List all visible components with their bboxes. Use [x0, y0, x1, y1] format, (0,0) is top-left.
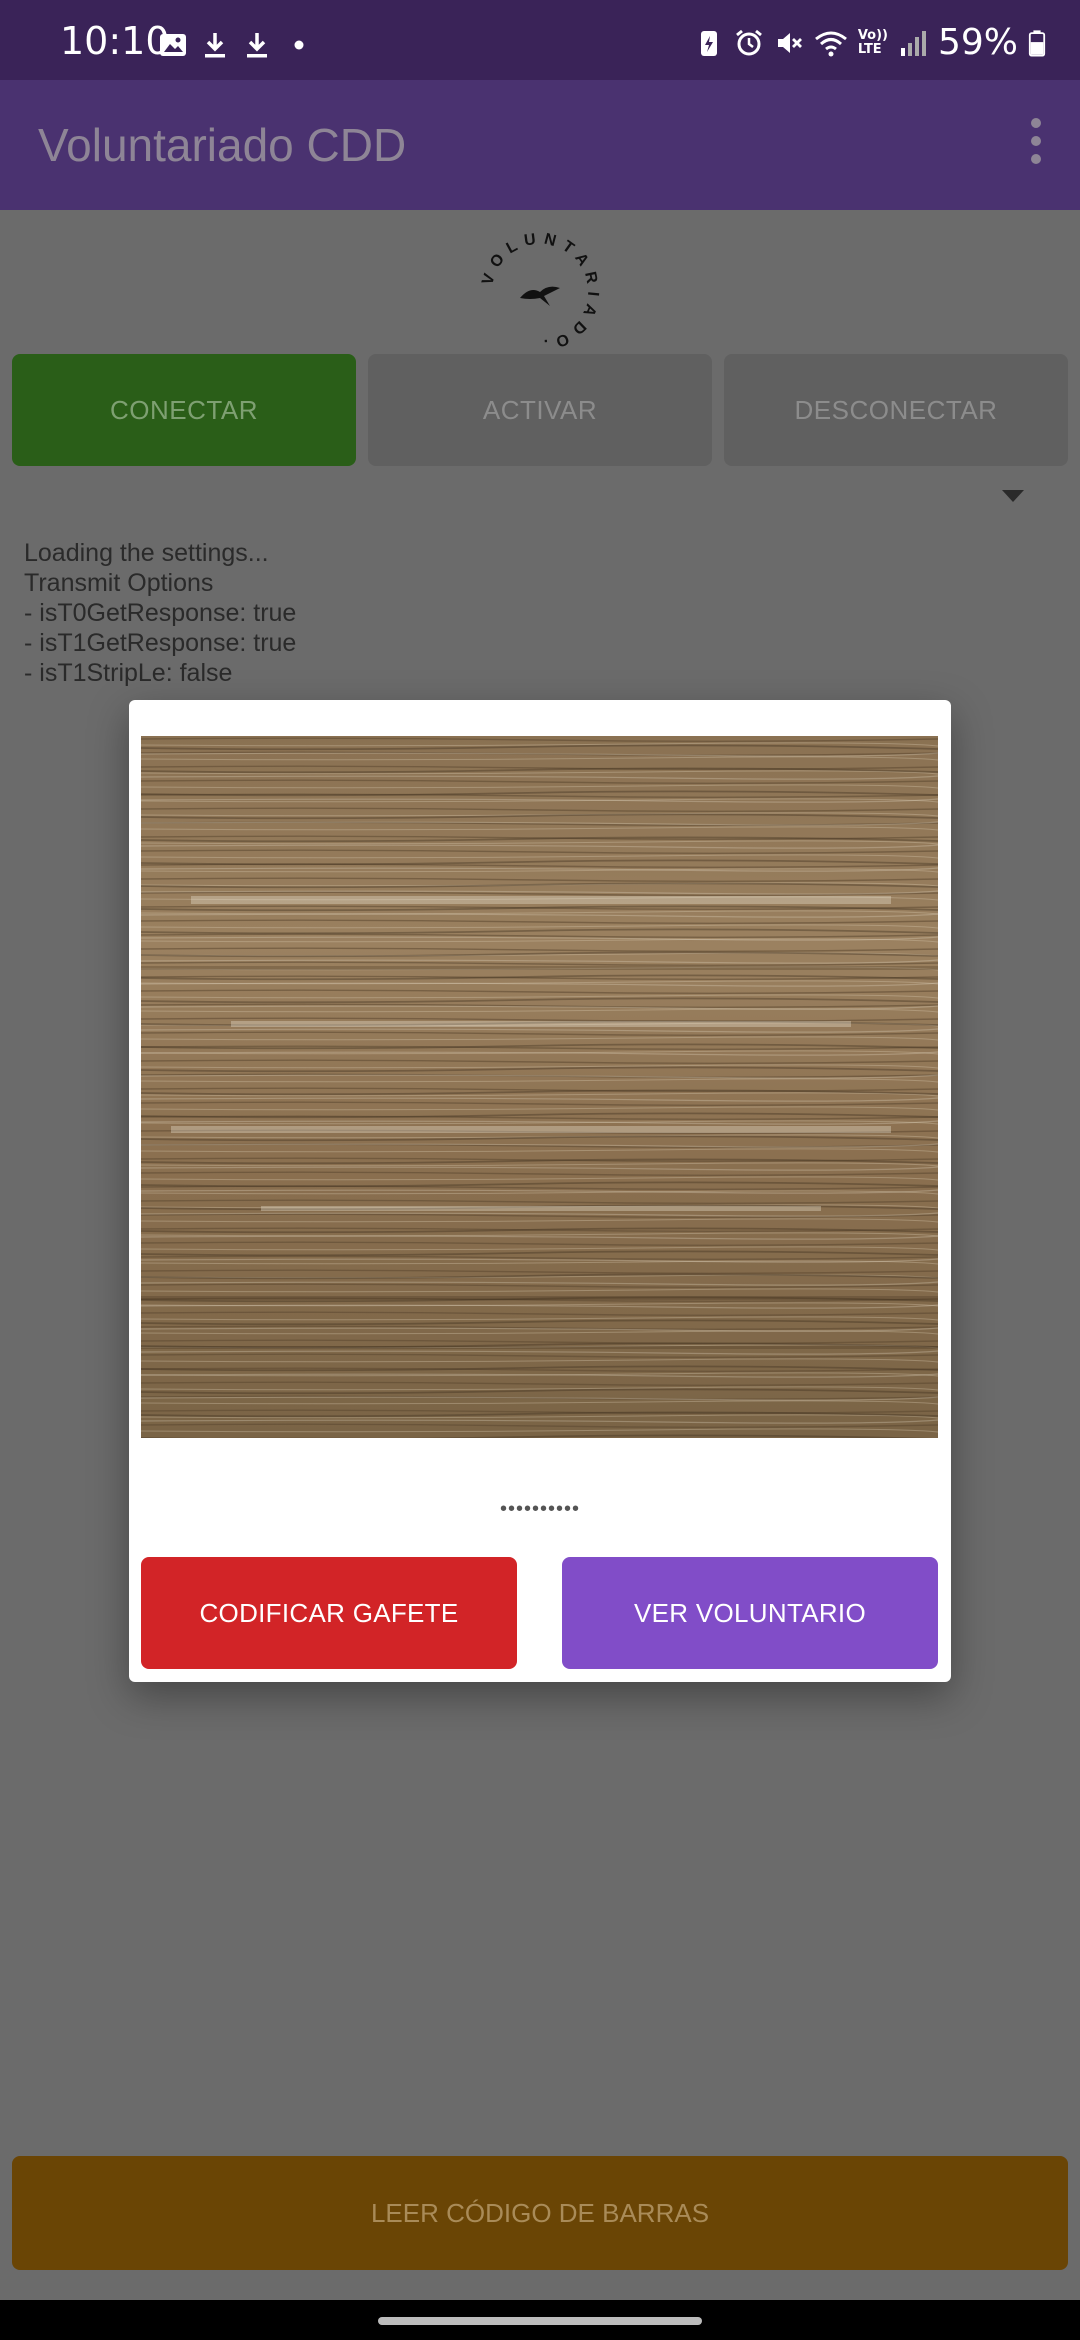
disconnect-button[interactable]: DESCONECTAR [724, 354, 1068, 466]
encode-badge-button[interactable]: CODIFICAR GAFETE [141, 1557, 517, 1669]
log-output: Loading the settings... Transmit Options… [24, 538, 296, 688]
download-icon [247, 33, 267, 58]
more-vert-icon[interactable] [1016, 118, 1056, 172]
wifi-icon [814, 31, 847, 56]
battery-percent: 59% [937, 22, 1018, 63]
volte-label-bottom: LTE [857, 41, 882, 57]
battery-icon [1028, 29, 1046, 56]
log-line: - isT1StripLe: false [24, 659, 233, 687]
connection-buttons: CONECTAR ACTIVAR DESCONECTAR [12, 354, 1068, 466]
dropdown-caret-icon[interactable] [1002, 490, 1024, 502]
view-volunteer-button[interactable]: VER VOLUNTARIO [562, 1557, 938, 1669]
log-line: - isT0GetResponse: true [24, 599, 297, 627]
badge-photo [141, 736, 938, 1438]
battery-saver-icon [700, 30, 717, 56]
mute-icon [777, 32, 802, 53]
voluntariado-logo: VOLUNTARIADO. [479, 230, 594, 353]
signal-icon [900, 30, 926, 56]
volte-icon: Vo)) LTE [857, 27, 888, 57]
read-barcode-button[interactable]: LEER CÓDIGO DE BARRAS [12, 2156, 1068, 2270]
connect-button[interactable]: CONECTAR [12, 354, 356, 466]
alarm-icon [735, 29, 762, 55]
navigation-bar [0, 2300, 1080, 2340]
home-gesture-handle[interactable] [378, 2317, 702, 2325]
gallery-icon [160, 34, 186, 56]
app-bar: Voluntariado CDD [0, 80, 1080, 210]
badge-code: •••••••••• [499, 1498, 581, 1520]
download-icon [205, 33, 225, 58]
log-line: Loading the settings... [24, 539, 269, 567]
log-line: - isT1GetResponse: true [24, 629, 297, 657]
log-line: Transmit Options [24, 569, 214, 597]
dot-icon [294, 40, 304, 50]
volunteer-dialog: •••••••••• CODIFICAR GAFETE VER VOLUNTAR… [129, 700, 951, 1682]
status-bar: 10:10 Vo)) LTE 59% [0, 0, 1080, 80]
activate-button[interactable]: ACTIVAR [368, 354, 712, 466]
status-time: 10:10 [60, 19, 170, 63]
notification-icons [158, 30, 314, 60]
app-title: Voluntariado CDD [38, 119, 407, 171]
volte-label-top: Vo)) [857, 27, 888, 43]
system-icons: Vo)) LTE 59% [694, 22, 1046, 63]
